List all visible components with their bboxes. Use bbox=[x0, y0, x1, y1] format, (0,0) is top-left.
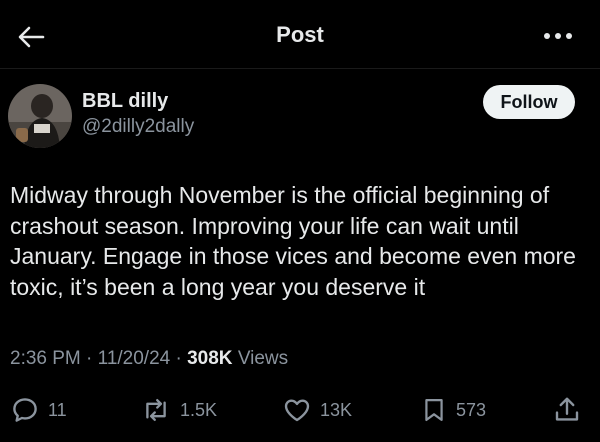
reply-button[interactable]: 11 bbox=[10, 392, 67, 428]
action-bar: 11 1.5K 13K 573 bbox=[0, 392, 600, 428]
top-bar: Post bbox=[0, 0, 600, 72]
author-name[interactable]: BBL dilly bbox=[82, 90, 168, 113]
share-icon bbox=[555, 397, 579, 421]
page-title: Post bbox=[276, 22, 324, 47]
like-count: 13K bbox=[320, 399, 353, 420]
header-divider bbox=[0, 68, 600, 69]
reply-count: 11 bbox=[48, 399, 67, 420]
follow-button[interactable]: Follow bbox=[483, 85, 575, 119]
author-handle[interactable]: @2dilly2dally bbox=[82, 116, 194, 138]
bookmark-button[interactable]: 573 bbox=[420, 392, 486, 428]
repost-count: 1.5K bbox=[180, 399, 218, 420]
views-count: 308K bbox=[187, 348, 233, 369]
post-date[interactable]: 11/20/24 bbox=[98, 348, 171, 369]
repost-button[interactable]: 1.5K bbox=[140, 392, 217, 428]
like-button[interactable]: 13K bbox=[282, 392, 352, 428]
reply-icon bbox=[13, 398, 37, 422]
meta-separator: · bbox=[175, 348, 188, 369]
avatar[interactable] bbox=[8, 84, 72, 148]
heart-icon bbox=[284, 399, 310, 422]
share-button[interactable] bbox=[552, 392, 582, 428]
bookmark-icon bbox=[425, 398, 443, 422]
post-text: Midway through November is the official … bbox=[10, 182, 576, 300]
views-label: Views bbox=[237, 348, 289, 369]
more-options-button[interactable] bbox=[538, 22, 578, 50]
post-time[interactable]: 2:36 PM bbox=[10, 348, 81, 369]
repost-icon bbox=[146, 398, 166, 422]
meta-separator: · bbox=[86, 348, 98, 369]
more-dots-icon bbox=[544, 33, 572, 39]
avatar-image bbox=[8, 84, 72, 148]
bookmark-count: 573 bbox=[456, 399, 487, 420]
post-meta: 2:36 PM · 11/20/24 · 308K Views bbox=[10, 348, 288, 370]
